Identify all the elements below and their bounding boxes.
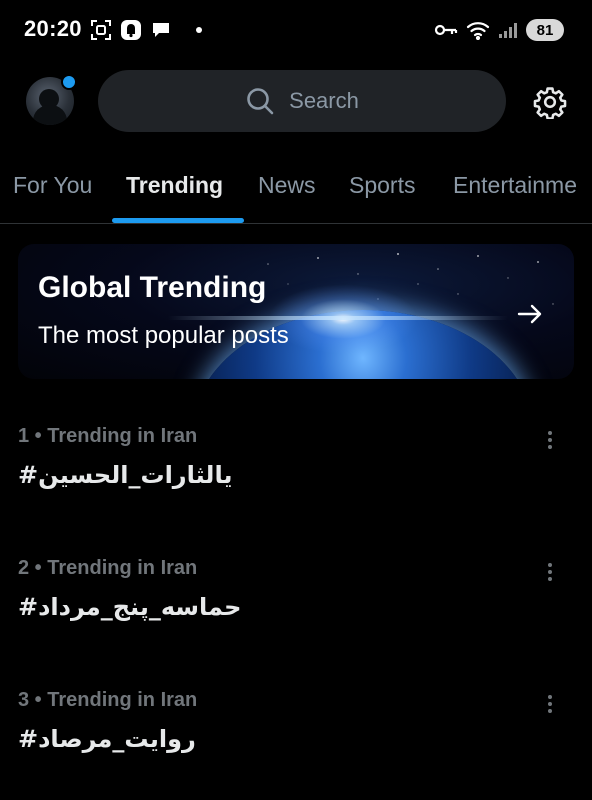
more-vertical-icon (547, 562, 553, 582)
trend-more-button[interactable] (540, 561, 560, 583)
global-trending-banner[interactable]: Global Trending The most popular posts (18, 244, 574, 379)
tab-trending[interactable]: Trending (126, 172, 223, 199)
trend-item[interactable]: 3 • Trending in Iran #روایت_مرصاد (0, 689, 592, 799)
signal-icon (498, 21, 518, 39)
notification-app-icon (120, 19, 142, 41)
banner-open-button[interactable] (510, 294, 550, 334)
search-placeholder: Search (289, 88, 359, 113)
more-vertical-icon (547, 430, 553, 450)
trend-hashtag: #روایت_مرصاد (18, 725, 196, 753)
search-icon (245, 86, 275, 116)
app-screen: 20:20 81 Search For You Trending News Sp… (0, 0, 592, 800)
status-right-icons: 81 (434, 17, 564, 43)
trend-meta: 1 • Trending in Iran (18, 425, 198, 447)
banner-subtitle: The most popular posts (38, 322, 289, 349)
notification-badge (61, 74, 77, 90)
trend-item[interactable]: 1 • Trending in Iran #يالثارات_الحسين (0, 425, 592, 535)
status-time: 20:20 (24, 16, 82, 41)
tab-sports[interactable]: Sports (349, 172, 415, 199)
search-bar[interactable]: Search (98, 70, 506, 132)
arrow-right-icon (515, 299, 545, 329)
status-left-icons (90, 18, 202, 42)
wifi-icon (466, 20, 490, 40)
trend-more-button[interactable] (540, 693, 560, 715)
tab-news[interactable]: News (258, 172, 316, 199)
horizon-glow (168, 316, 508, 320)
trend-hashtag: #حماسه_پنج_مرداد (18, 593, 242, 621)
more-vertical-icon (547, 694, 553, 714)
key-icon (434, 22, 458, 38)
trend-hashtag: #يالثارات_الحسين (18, 461, 233, 489)
active-tab-indicator (112, 218, 244, 223)
status-bar: 20:20 81 (0, 0, 592, 60)
chat-bubble-icon (150, 19, 172, 41)
dot-icon (196, 27, 202, 33)
trend-more-button[interactable] (540, 429, 560, 451)
battery-level: 81 (526, 19, 564, 41)
trend-item[interactable]: 2 • Trending in Iran #حماسه_پنج_مرداد (0, 557, 592, 667)
profile-avatar-button[interactable] (26, 74, 77, 125)
trend-meta: 3 • Trending in Iran (18, 689, 198, 711)
avatar-silhouette-body (33, 105, 67, 125)
gear-icon (533, 85, 567, 119)
settings-button[interactable] (532, 84, 568, 120)
scan-icon (90, 19, 112, 41)
tab-bar: For You Trending News Sports Entertainme (0, 160, 592, 224)
trend-meta: 2 • Trending in Iran (18, 557, 198, 579)
banner-title: Global Trending (38, 271, 267, 304)
tab-entertainment[interactable]: Entertainme (453, 172, 577, 199)
tab-for-you[interactable]: For You (13, 172, 92, 199)
